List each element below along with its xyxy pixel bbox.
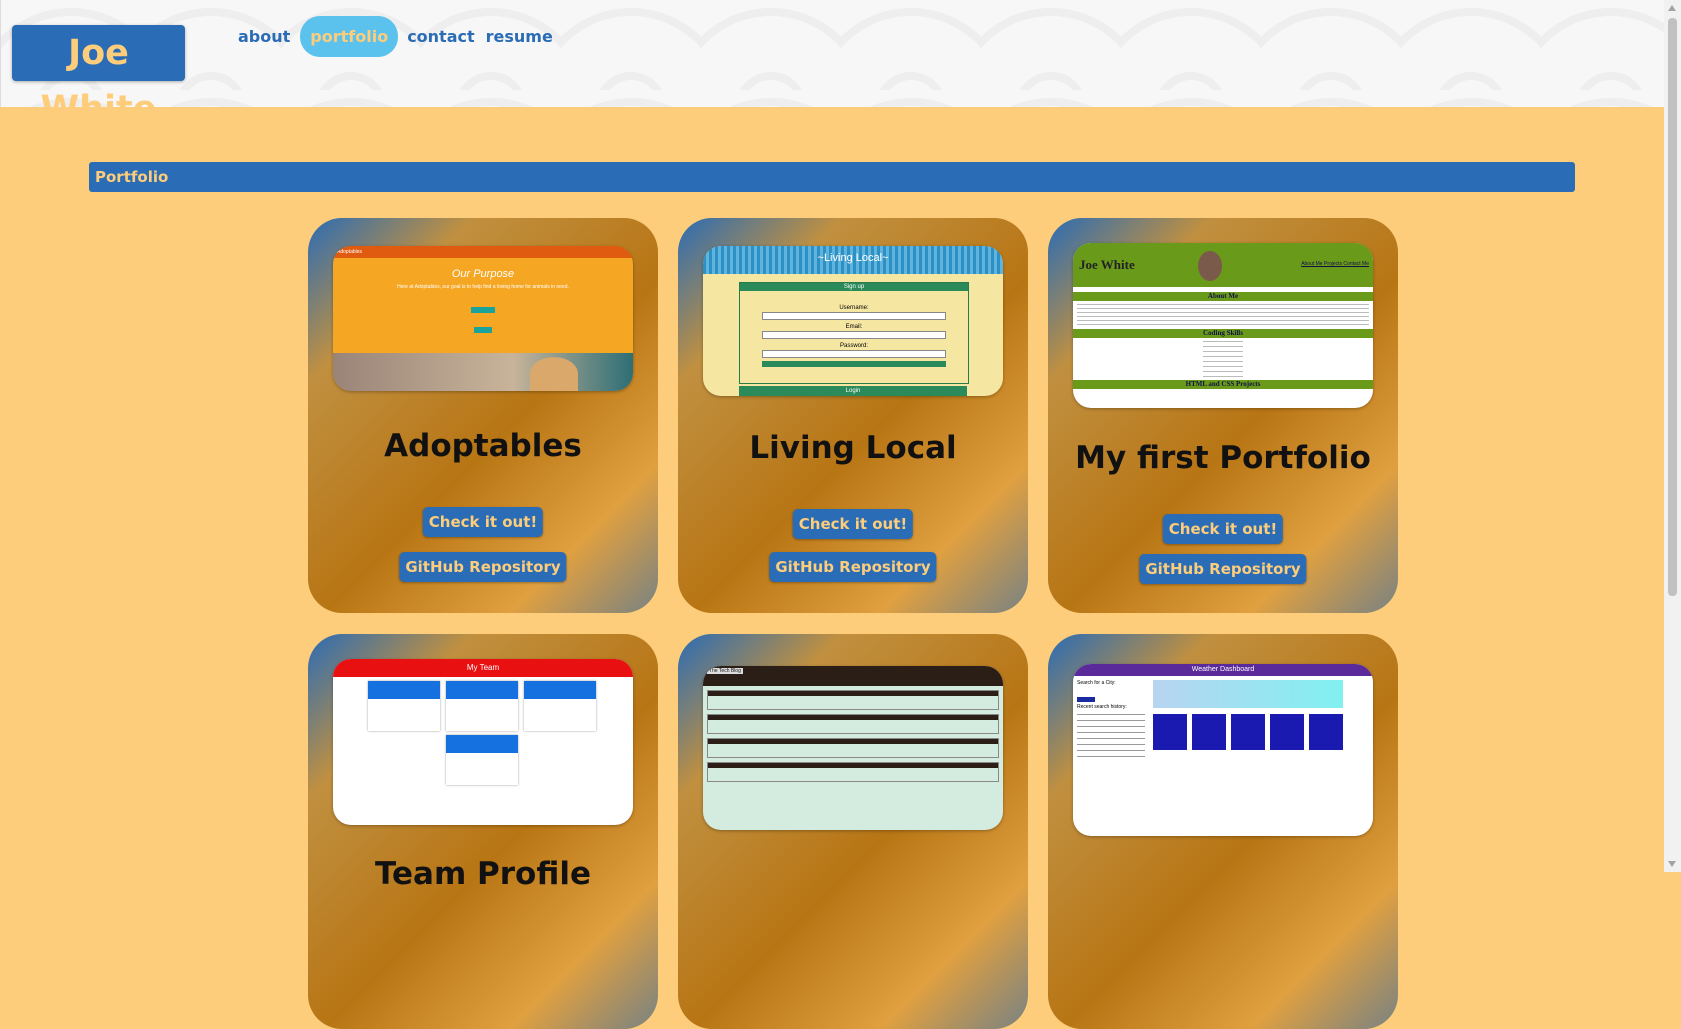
card-title: My first Portfolio (1075, 440, 1371, 476)
shot-banner: My Team (333, 659, 633, 677)
shot-username: Username: (839, 305, 869, 311)
nav-portfolio[interactable]: portfolio (300, 16, 399, 57)
check-it-out-button[interactable]: Check it out! (792, 509, 914, 539)
shot-password: Password: (839, 343, 868, 349)
shot-dog-photo (333, 353, 633, 391)
shot-email: Email: (845, 324, 863, 330)
project-card-team-profile: My Team Team Profile (308, 634, 658, 1029)
project-card-weather: Weather Dashboard Search for a City: Rec… (1048, 634, 1398, 1029)
shot-links: About Me Projects Contact Me (1301, 261, 1369, 267)
check-it-out-button[interactable]: Check it out! (1162, 514, 1284, 544)
shot-avatar (1198, 251, 1222, 281)
shot-recent-label: Recent search history: (1077, 704, 1127, 710)
card-title: Adoptables (384, 428, 582, 464)
shot-skills: Coding Skills (1073, 329, 1373, 338)
shot-login: Login (739, 386, 967, 396)
shot-heading: Our Purpose (451, 268, 515, 280)
vertical-scrollbar[interactable] (1664, 0, 1681, 872)
project-screenshot[interactable]: Joe White About Me Projects Contact Me A… (1073, 243, 1373, 408)
project-screenshot[interactable]: The Tech Blog (703, 666, 1003, 830)
project-screenshot[interactable]: Weather Dashboard Search for a City: Rec… (1073, 664, 1373, 836)
project-card-first-portfolio: Joe White About Me Projects Contact Me A… (1048, 218, 1398, 613)
nav-contact[interactable]: contact (402, 19, 479, 54)
section-title: Portfolio (89, 162, 1575, 192)
shot-about: About Me (1073, 292, 1373, 301)
github-repo-button[interactable]: GitHub Repository (399, 552, 567, 582)
shot-nav-bar: Adoptables (333, 246, 633, 258)
nav-resume[interactable]: resume (481, 19, 558, 54)
github-repo-button[interactable]: GitHub Repository (1139, 554, 1307, 584)
shot-signup: Sign up (740, 283, 968, 291)
shot-banner: The Tech Blog (707, 668, 743, 674)
card-title: Living Local (749, 430, 957, 466)
shot-name: Joe White (1079, 257, 1135, 272)
nav-about[interactable]: about (233, 19, 295, 54)
shot-button (471, 307, 495, 313)
site-header: Joe White about portfolio contact resume (0, 0, 1665, 129)
shot-button (474, 327, 492, 333)
scroll-thumb[interactable] (1668, 18, 1677, 596)
shot-banner: Weather Dashboard (1073, 664, 1373, 676)
project-screenshot[interactable]: ~Living Local~ Sign up Username: Email: … (703, 246, 1003, 396)
project-screenshot[interactable]: My Team (333, 659, 633, 825)
project-card-living-local: ~Living Local~ Sign up Username: Email: … (678, 218, 1028, 613)
site-logo[interactable]: Joe White (12, 25, 185, 129)
check-it-out-button[interactable]: Check it out! (422, 507, 544, 537)
main-nav: about portfolio contact resume (233, 16, 559, 57)
shot-search-label: Search for a City: (1077, 680, 1116, 686)
github-repo-button[interactable]: GitHub Repository (769, 552, 937, 582)
scroll-down-icon[interactable] (1668, 861, 1676, 867)
shot-projects: HTML and CSS Projects (1073, 380, 1373, 389)
project-card-adoptables: Adoptables Our Purpose Here at Adoptable… (308, 218, 658, 613)
project-screenshot[interactable]: Adoptables Our Purpose Here at Adoptable… (333, 246, 633, 391)
scroll-up-icon[interactable] (1668, 5, 1676, 11)
shot-banner: ~Living Local~ (703, 246, 1003, 274)
shot-text: Here at Adoptables, our goal is to help … (397, 284, 569, 290)
project-card-tech-blog: The Tech Blog (678, 634, 1028, 1029)
card-title: Team Profile (374, 856, 591, 892)
